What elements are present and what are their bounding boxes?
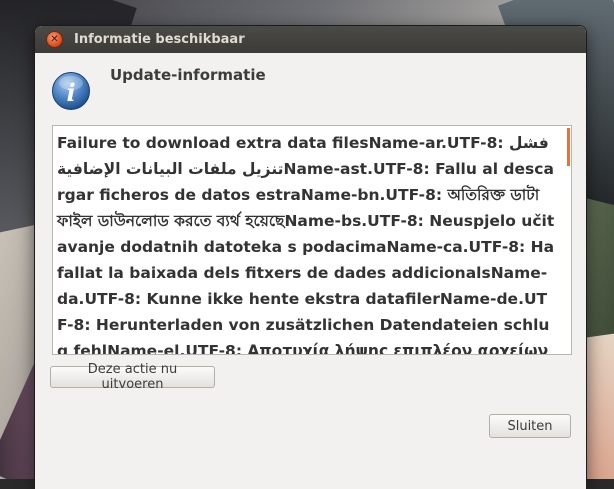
update-info-textview[interactable]: Failure to download extra data filesName… [52,125,572,355]
window-titlebar[interactable]: ✕ Informatie beschikbaar [35,26,586,53]
svg-text:i: i [66,78,75,107]
dialog-window: ✕ Informatie beschikbaar i Update-inform… [35,26,586,489]
update-info-text: Failure to download extra data filesName… [57,134,555,355]
close-icon: ✕ [50,33,59,45]
close-button[interactable]: Sluiten [489,414,571,438]
window-title: Informatie beschikbaar [74,32,245,47]
window-close-button[interactable]: ✕ [46,31,63,48]
info-icon: i [52,72,90,110]
run-action-button[interactable]: Deze actie nu uitvoeren [50,362,215,392]
scroll-indicator[interactable] [567,128,570,166]
dialog-heading: Update-informatie [110,66,266,84]
